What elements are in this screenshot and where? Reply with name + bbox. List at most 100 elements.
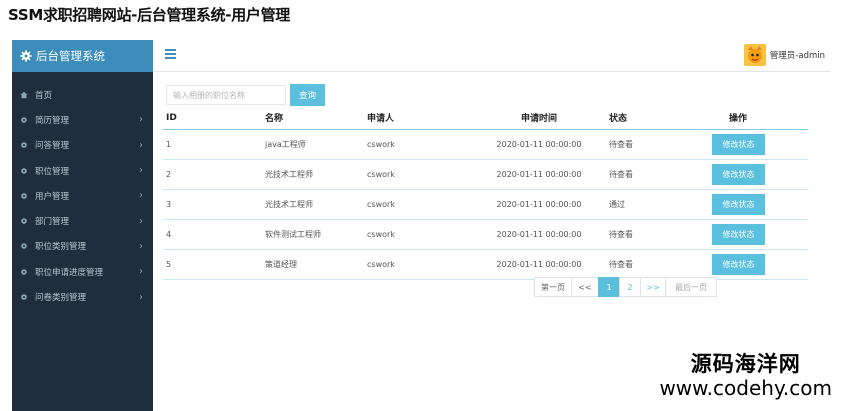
home-icon [20,91,28,98]
sidebar-title: 后台管理系统 [36,49,105,63]
applications-table: ID 名称 申请人 申请时间 状态 操作 1 java工程师 cswork 20… [163,107,808,280]
sidebar-item-position-categories[interactable]: 职位类别管理 › [12,234,153,259]
sidebar: 后台管理系统 首页 简历管理 › 问答管理 › 职位管理 › 用户管理 › 部门… [12,40,153,411]
cell-status: 待查看 [609,249,704,280]
cell-id: 5 [163,249,265,280]
cell-name: 软件测试工程师 [265,219,367,250]
cell-name: 光技术工程师 [265,159,367,190]
column-header-id: ID [163,107,265,130]
cell-name: 策道经理 [265,249,367,280]
column-header-time: 申请时间 [469,107,609,130]
pagination-prev[interactable]: << [571,277,599,297]
modify-status-button[interactable]: 修改状态 [712,193,765,215]
cell-applicant: cswork [367,159,469,190]
sidebar-item-label: 职位管理 [35,166,70,177]
sidebar-nav: 首页 简历管理 › 问答管理 › 职位管理 › 用户管理 › 部门管理 › 职位… [12,82,153,310]
search-input[interactable] [166,85,286,105]
gear-icon [21,167,27,174]
user-name: 管理员-admin [769,51,825,61]
chevron-right-icon: › [139,190,143,202]
modify-status-button[interactable]: 修改状态 [712,253,765,275]
cell-operation: 修改状态 [704,159,808,190]
modify-status-button[interactable]: 修改状态 [712,133,765,155]
column-header-operation: 操作 [704,107,808,130]
chevron-right-icon: › [139,266,143,278]
cell-time: 2020-01-11 00:00:00 [469,129,609,160]
search-button[interactable]: 查询 [290,84,325,106]
sidebar-item-label: 部门管理 [35,217,70,228]
cell-operation: 修改状态 [704,129,808,160]
table-row: 1 java工程师 cswork 2020-01-11 00:00:00 待查看… [163,129,808,160]
page-heading: SSM求职招聘网站-后台管理系统-用户管理 [8,6,291,24]
pagination: 第一页 << 1 2 >> 最后一页 [534,277,717,297]
sidebar-item-label: 问答管理 [35,141,70,152]
cell-operation: 修改状态 [704,219,808,250]
cell-applicant: cswork [367,249,469,280]
sidebar-item-survey-categories[interactable]: 问卷类别管理 › [12,284,153,309]
sidebar-item-departments[interactable]: 部门管理 › [12,208,153,233]
sidebar-item-qa[interactable]: 问答管理 › [12,133,153,158]
cell-status: 通过 [609,189,704,220]
gear-icon [21,142,27,149]
cell-id: 3 [163,189,265,220]
table-row: 3 光技术工程师 cswork 2020-01-11 00:00:00 通过 修… [163,189,808,220]
chevron-right-icon: › [139,165,143,177]
pagination-last[interactable]: 最后一页 [665,277,717,297]
chevron-right-icon: › [139,114,143,126]
column-header-status: 状态 [609,107,704,130]
cell-time: 2020-01-11 00:00:00 [469,249,609,280]
gear-icon [21,294,27,300]
gear-icon [21,193,27,199]
cell-name: java工程师 [265,129,367,160]
sidebar-item-resume[interactable]: 简历管理 › [12,107,153,132]
sidebar-item-users[interactable]: 用户管理 › [12,183,153,208]
gear-icon [21,268,27,275]
watermark-title: 源码海洋网 [690,352,801,376]
cell-status: 待查看 [609,129,704,160]
sidebar-item-label: 用户管理 [35,191,70,202]
table-row: 5 策道经理 cswork 2020-01-11 00:00:00 待查看 修改… [163,249,808,280]
modify-status-button[interactable]: 修改状态 [712,163,765,185]
sidebar-item-application-progress[interactable]: 职位申请进度管理 › [12,259,153,284]
pagination-next[interactable]: >> [640,277,666,297]
sidebar-item-label: 首页 [35,90,53,101]
chevron-right-icon: › [139,240,143,252]
watermark-url: www.codehy.com [659,376,832,400]
cell-operation: 修改状态 [704,249,808,280]
table-row: 4 软件测试工程师 cswork 2020-01-11 00:00:00 待查看… [163,219,808,250]
cell-applicant: cswork [367,189,469,220]
sidebar-item-home[interactable]: 首页 [12,82,153,107]
cell-status: 待查看 [609,219,704,250]
cell-name: 光技术工程师 [265,189,367,220]
cell-id: 2 [163,159,265,190]
pagination-page-2[interactable]: 2 [619,277,641,297]
watermark: 源码海洋网 www.codehy.com [659,352,832,400]
menu-toggle-icon[interactable] [165,49,176,59]
sidebar-item-positions[interactable]: 职位管理 › [12,158,153,183]
column-header-applicant: 申请人 [367,107,469,130]
cell-applicant: cswork [367,219,469,250]
chevron-right-icon: › [139,291,143,303]
sidebar-item-label: 问卷类别管理 [35,293,87,304]
sidebar-item-label: 简历管理 [35,115,70,126]
cell-time: 2020-01-11 00:00:00 [469,219,609,250]
gear-icon [21,218,27,224]
sidebar-item-label: 职位类别管理 [35,242,87,253]
topbar: 管理员-admin [153,40,830,72]
table-row: 2 光技术工程师 cswork 2020-01-11 00:00:00 待查看 … [163,159,808,190]
cell-applicant: cswork [367,129,469,160]
column-header-name: 名称 [265,107,367,130]
pagination-first[interactable]: 第一页 [534,277,572,297]
pagination-page-1[interactable]: 1 [598,277,620,297]
cell-id: 4 [163,219,265,250]
gear-icon [21,117,27,123]
sidebar-header[interactable]: 后台管理系统 [12,40,153,72]
chevron-right-icon: › [139,139,143,151]
cell-time: 2020-01-11 00:00:00 [469,189,609,220]
modify-status-button[interactable]: 修改状态 [712,223,765,245]
table-header-row: ID 名称 申请人 申请时间 状态 操作 [163,107,808,130]
user-menu[interactable]: 管理员-admin [743,44,825,66]
cell-status: 待查看 [609,159,704,190]
cell-operation: 修改状态 [704,189,808,220]
gear-icon [20,50,32,62]
